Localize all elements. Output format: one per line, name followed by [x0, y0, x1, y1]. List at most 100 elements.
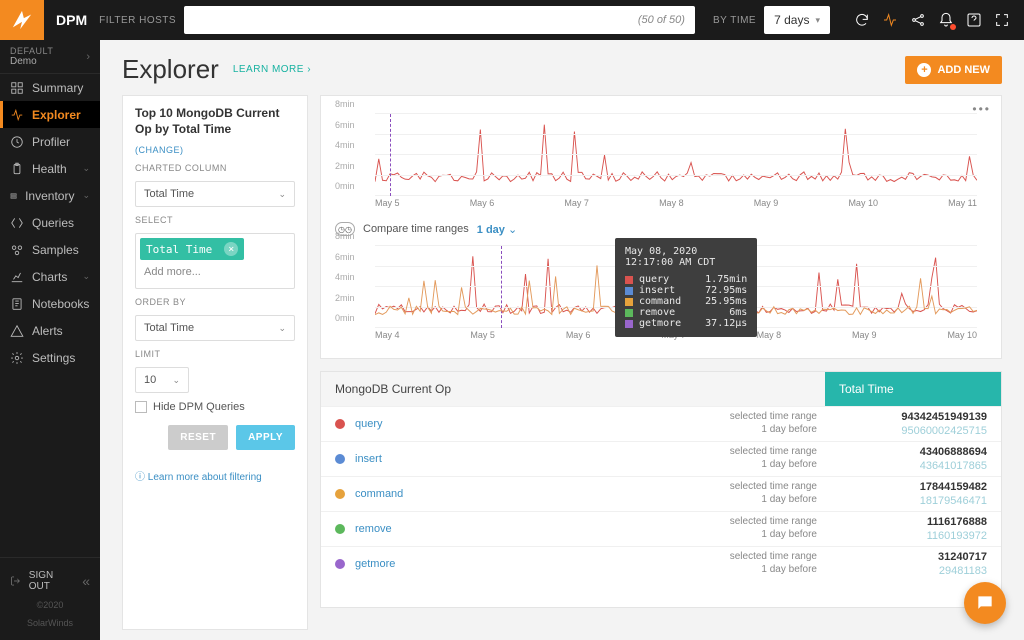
order-label: ORDER BY	[135, 297, 295, 307]
op-link[interactable]: insert	[355, 453, 382, 465]
add-new-label: ADD NEW	[937, 64, 990, 76]
add-more-input[interactable]: Add more...	[140, 260, 290, 284]
filter-hosts-input-wrap[interactable]: (50 of 50)	[184, 6, 695, 34]
filter-hosts-input[interactable]	[194, 13, 638, 27]
chat-bubble-button[interactable]	[964, 582, 1006, 624]
chevron-down-icon: ⌄	[82, 271, 90, 282]
time-range-select[interactable]: 7 days ▾	[764, 6, 830, 34]
table-row[interactable]: command selected time range 1 day before 17…	[321, 476, 1001, 511]
value-previous: 95060002425715	[839, 425, 987, 437]
table-row[interactable]: getmoreselected time range1 day before31…	[321, 546, 1001, 581]
collapse-sidebar-button[interactable]: «	[82, 573, 100, 589]
series-color-dot	[335, 489, 345, 499]
nav-inventory[interactable]: Inventory⌄	[0, 182, 100, 209]
charted-column-select[interactable]: Total Time⌄	[135, 181, 295, 207]
share-icon[interactable]	[910, 12, 926, 28]
chart-card: ••• 0min2min4min6min8min May 5May 6May 7…	[320, 95, 1002, 359]
bell-icon[interactable]	[938, 12, 954, 28]
nav-notebooks[interactable]: Notebooks	[0, 290, 100, 317]
nav-label: Alerts	[32, 324, 63, 338]
sign-out-label: SIGN OUT	[29, 570, 72, 592]
range-label: 1 day before	[673, 459, 817, 470]
tooltip-time: 12:17:00 AM CDT	[625, 257, 747, 268]
copyright-line2: SolarWinds	[0, 614, 100, 632]
range-label: selected time range	[673, 481, 817, 492]
table-header-left: MongoDB Current Op	[321, 372, 825, 406]
table-row[interactable]: insertselected time range1 day before434…	[321, 441, 1001, 476]
nav-label: Summary	[32, 81, 83, 95]
reset-button[interactable]: RESET	[168, 425, 228, 450]
nav-label: Explorer	[32, 108, 81, 122]
charted-column-label: CHARTED COLUMN	[135, 163, 295, 173]
select-pill: Total Time ×	[140, 238, 244, 260]
chevron-right-icon[interactable]: ›	[86, 51, 90, 63]
time-range-value: 7 days	[774, 13, 809, 27]
nav-label: Settings	[32, 351, 75, 365]
learn-filter-link[interactable]: ⓘ Learn more about filtering	[135, 468, 295, 483]
range-label: 1 day before	[673, 494, 817, 505]
nav-queries[interactable]: Queries	[0, 209, 100, 236]
nav-alerts[interactable]: Alerts	[0, 317, 100, 344]
chevron-down-icon: ⌄	[278, 189, 286, 200]
op-link[interactable]: command	[355, 488, 403, 500]
compare-label: Compare time ranges	[363, 223, 469, 235]
value-current: 94342451949139	[839, 411, 987, 423]
nav-charts[interactable]: Charts ⌄	[0, 263, 100, 290]
page-title: Explorer	[122, 54, 219, 85]
filter-hosts-label: FILTER HOSTS	[99, 15, 184, 26]
range-label: 1 day before	[673, 529, 817, 540]
add-new-button[interactable]: + ADD NEW	[905, 56, 1002, 84]
refresh-icon[interactable]	[854, 12, 870, 28]
op-link[interactable]: getmore	[355, 558, 395, 570]
fullscreen-icon[interactable]	[994, 12, 1010, 28]
limit-select[interactable]: 10⌄	[135, 367, 189, 393]
series-color-dot	[335, 524, 345, 534]
range-label: 1 day before	[673, 424, 817, 435]
table-menu-icon[interactable]: •••	[321, 581, 1001, 607]
table-row[interactable]: query selected time range 1 day before 9434…	[321, 406, 1001, 441]
nav-label: Charts	[32, 270, 67, 284]
help-icon[interactable]	[966, 12, 982, 28]
value-previous: 1160193972	[839, 530, 987, 542]
table-header-right[interactable]: Total Time	[825, 372, 1001, 406]
chart-tooltip: May 08, 2020 12:17:00 AM CDT query1.75mi…	[615, 238, 757, 337]
chart-compare[interactable]: 0min2min4min6min8min May 4May 5May 6May …	[335, 246, 987, 344]
brand-logo[interactable]	[0, 0, 44, 40]
plus-icon: +	[917, 63, 931, 77]
value-previous: 29481183	[839, 565, 987, 577]
config-panel: Top 10 MongoDB Current Op by Total Time …	[122, 95, 308, 630]
hide-dpm-checkbox[interactable]	[135, 401, 147, 413]
compare-range-select[interactable]: 1 day ⌄	[477, 223, 517, 236]
nav-settings[interactable]: Settings	[0, 344, 100, 371]
nav-samples[interactable]: Samples	[0, 236, 100, 263]
chart-primary[interactable]: 0min2min4min6min8min May 5May 6May 7May …	[335, 114, 987, 212]
change-link[interactable]: (CHANGE)	[135, 145, 295, 155]
nav-summary[interactable]: Summary	[0, 74, 100, 101]
order-select[interactable]: Total Time⌄	[135, 315, 295, 341]
chevron-down-icon: ⌄	[172, 375, 180, 386]
chevron-down-icon: ▾	[815, 15, 820, 26]
value-current: 17844159482	[839, 481, 987, 493]
activity-icon[interactable]	[882, 12, 898, 28]
range-label: 1 day before	[673, 564, 817, 575]
op-link[interactable]: query	[355, 418, 383, 430]
range-label: selected time range	[673, 411, 817, 422]
select-label: SELECT	[135, 215, 295, 225]
sign-out-button[interactable]: SIGN OUT	[0, 566, 82, 596]
chevron-down-icon: ⌄	[82, 163, 90, 174]
chevron-down-icon: ⌄	[82, 190, 90, 201]
nav-label: Notebooks	[32, 297, 89, 311]
op-link[interactable]: remove	[355, 523, 392, 535]
nav-health[interactable]: Health⌄	[0, 155, 100, 182]
series-color-dot	[335, 454, 345, 464]
series-color-dot	[335, 419, 345, 429]
nav-profiler[interactable]: Profiler	[0, 128, 100, 155]
apply-button[interactable]: APPLY	[236, 425, 295, 450]
select-pill-box[interactable]: Total Time × Add more...	[135, 233, 295, 289]
remove-pill-icon[interactable]: ×	[224, 242, 238, 256]
table-row[interactable]: removeselected time range1 day before111…	[321, 511, 1001, 546]
range-label: selected time range	[673, 446, 817, 457]
by-time-label: BY TIME	[705, 15, 764, 26]
learn-more-link[interactable]: LEARN MORE ›	[233, 64, 311, 75]
nav-explorer[interactable]: Explorer	[0, 101, 100, 128]
